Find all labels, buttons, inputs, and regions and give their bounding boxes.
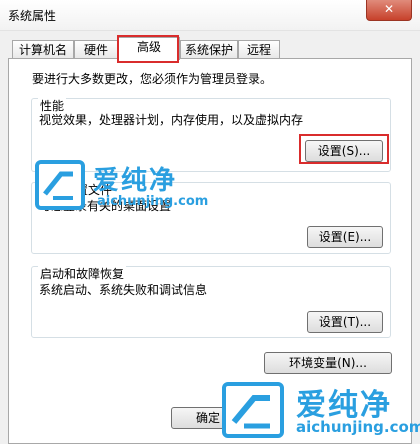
admin-notice: 要进行大多数更改，您必须作为管理员登录。: [32, 72, 273, 86]
user-profiles-settings-button[interactable]: 设置(E)...: [307, 226, 383, 248]
close-button[interactable]: ✕: [366, 0, 412, 21]
tab-remote[interactable]: 远程: [238, 40, 280, 59]
startup-recovery-group: 启动和故障恢复 系统启动、系统失败和调试信息 设置(T)...: [31, 265, 391, 338]
user-profiles-description: 与您登录有关的桌面设置: [39, 199, 172, 213]
title-bar: 系统属性 ✕: [0, 0, 420, 31]
user-profiles-group: 用户配置文件 与您登录有关的桌面设置 设置(E)...: [31, 181, 391, 254]
startup-recovery-title: 启动和故障恢复: [38, 265, 127, 282]
tab-system-protection[interactable]: 系统保护: [180, 40, 238, 59]
close-icon: ✕: [383, 2, 395, 16]
tab-hardware[interactable]: 硬件: [74, 40, 118, 59]
tab-strip: 计算机名 硬件 高级 系统保护 远程: [12, 37, 412, 60]
startup-settings-button[interactable]: 设置(T)...: [307, 311, 383, 333]
startup-recovery-description: 系统启动、系统失败和调试信息: [39, 283, 208, 297]
ok-button[interactable]: 确定: [171, 407, 245, 429]
environment-variables-button[interactable]: 环境变量(N)...: [264, 352, 392, 374]
performance-description: 视觉效果，处理器计划，内存使用，以及虚拟内存: [39, 113, 304, 127]
tab-computer-name[interactable]: 计算机名: [12, 40, 74, 59]
tab-advanced[interactable]: 高级: [118, 37, 180, 60]
user-profiles-title: 用户配置文件: [38, 181, 115, 198]
performance-settings-button[interactable]: 设置(S)...: [305, 140, 383, 162]
performance-group: 性能 视觉效果，处理器计划，内存使用，以及虚拟内存 设置(S)...: [31, 97, 391, 172]
window-title: 系统属性: [8, 9, 57, 23]
